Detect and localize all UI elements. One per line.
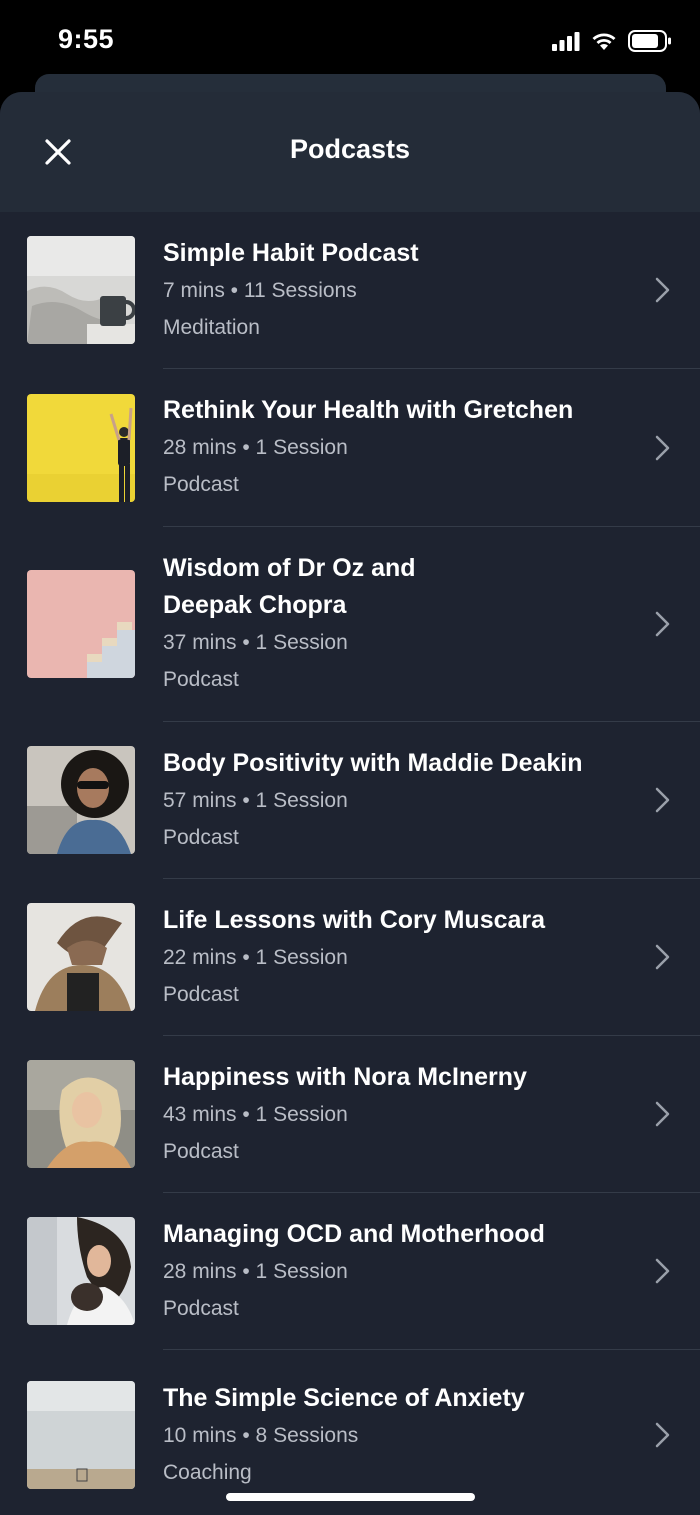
podcast-list-item[interactable]: Managing OCD and Motherhood 28 mins • 1 … [0,1193,700,1349]
item-category: Meditation [163,315,260,339]
podcast-list-item[interactable]: Life Lessons with Cory Muscara 22 mins •… [0,879,700,1035]
status-time: 9:55 [58,24,115,54]
chevron-right-icon [654,1100,672,1128]
item-text: Rethink Your Health with Gretchen 28 min… [163,392,700,503]
cellular-signal-icon [552,31,580,51]
item-title: The Simple Science of Anxiety [163,1383,525,1412]
battery-icon [628,30,672,52]
item-meta: 28 mins • 1 Session [163,1259,348,1283]
podcast-list-item[interactable]: Body Positivity with Maddie Deakin 57 mi… [0,722,700,878]
screen: 9:55 Podcasts Simple Habit Podcast 7 min… [0,0,700,1515]
item-meta: 37 mins • 1 Session [163,631,348,654]
item-text: Happiness with Nora McInerny 43 mins • 1… [163,1059,700,1170]
item-title: Wisdom of Dr Oz and Deepak Chopra [163,554,416,619]
item-title: Rethink Your Health with Gretchen [163,396,574,424]
podcast-thumbnail-curly-hair [27,746,135,854]
item-text: Life Lessons with Cory Muscara 22 mins •… [163,902,700,1013]
podcast-list-item[interactable]: Simple Habit Podcast 7 mins • 11 Session… [0,212,700,368]
page-title: Podcasts [289,134,411,164]
item-meta: 22 mins • 1 Session [163,945,348,969]
podcast-thumbnail-beach [27,1381,135,1489]
podcast-list-item[interactable]: Rethink Your Health with Gretchen 28 min… [0,369,700,526]
podcast-list: Simple Habit Podcast 7 mins • 11 Session… [0,212,700,1515]
item-category: Coaching [163,1460,252,1484]
item-category: Podcast [163,668,239,691]
item-title: Life Lessons with Cory Muscara [163,905,546,934]
item-meta: 28 mins • 1 Session [163,436,348,459]
podcast-thumbnail-yellow-wall [27,393,135,502]
item-text: Managing OCD and Motherhood 28 mins • 1 … [163,1216,700,1327]
item-category: Podcast [163,1296,239,1320]
item-meta: 43 mins • 1 Session [163,1102,348,1126]
item-title: Simple Habit Podcast [163,238,419,267]
item-category: Podcast [163,982,239,1006]
home-indicator[interactable] [226,1493,475,1501]
wifi-icon [590,31,618,51]
podcast-thumbnail-blonde-woman [27,1060,135,1168]
sheet-header: Podcasts [0,92,700,212]
item-text: Wisdom of Dr Oz and Deepak Chopra 37 min… [163,550,700,698]
podcast-thumbnail-pink-stairs [27,570,135,678]
item-category: Podcast [163,825,239,849]
item-text: Body Positivity with Maddie Deakin 57 mi… [163,745,700,856]
item-title: Managing OCD and Motherhood [163,1219,545,1248]
podcast-thumbnail-hair-flip [27,903,135,1011]
item-text: Simple Habit Podcast 7 mins • 11 Session… [163,235,700,346]
chevron-right-icon [654,610,672,638]
item-text: The Simple Science of Anxiety 10 mins • … [163,1380,700,1491]
podcast-thumbnail-mother-baby [27,1217,135,1325]
podcast-list-item[interactable]: Wisdom of Dr Oz and Deepak Chopra 37 min… [0,527,700,721]
podcasts-sheet: Podcasts Simple Habit Podcast 7 mins • 1… [0,92,700,1515]
podcast-list-item[interactable]: Happiness with Nora McInerny 43 mins • 1… [0,1036,700,1192]
item-meta: 10 mins • 8 Sessions [163,1423,359,1447]
chevron-right-icon [654,1421,672,1449]
item-title: Happiness with Nora McInerny [163,1062,527,1091]
item-meta: 7 mins • 11 Sessions [163,278,357,302]
status-bar: 9:55 [0,0,700,80]
chevron-right-icon [654,786,672,814]
item-title: Body Positivity with Maddie Deakin [163,748,583,777]
chevron-right-icon [654,943,672,971]
item-category: Podcast [163,473,239,496]
podcast-thumbnail-bed-coffee [27,236,135,344]
chevron-right-icon [654,434,672,462]
item-meta: 57 mins • 1 Session [163,788,348,812]
item-category: Podcast [163,1139,239,1163]
status-icons [552,30,672,52]
chevron-right-icon [654,276,672,304]
podcast-list-item[interactable]: The Simple Science of Anxiety 10 mins • … [0,1350,700,1515]
chevron-right-icon [654,1257,672,1285]
